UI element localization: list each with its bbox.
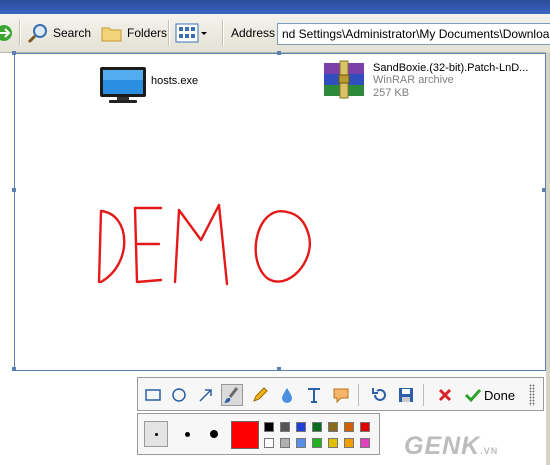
color-swatch[interactable] <box>280 438 290 448</box>
genk-watermark: GENK.VN <box>404 432 498 461</box>
save-tool[interactable] <box>395 384 417 406</box>
demo-drawing <box>97 203 312 286</box>
brush-size-medium[interactable] <box>175 421 199 447</box>
folders-label: Folders <box>127 26 168 40</box>
watermark-suffix: .VN <box>480 446 499 456</box>
undo-tool[interactable] <box>368 384 390 406</box>
toolbar-separator <box>358 384 359 406</box>
style-toolbar <box>137 413 380 455</box>
color-swatch[interactable] <box>264 438 274 448</box>
color-swatch[interactable] <box>344 422 354 432</box>
droplet-icon <box>282 388 292 403</box>
views-button[interactable] <box>175 22 209 44</box>
checkmark-icon <box>464 388 482 403</box>
current-color-swatch[interactable] <box>231 421 259 449</box>
pencil-icon <box>253 387 268 402</box>
toolbar-separator <box>222 20 224 46</box>
folders-button[interactable]: Folders <box>100 22 167 44</box>
dot-small-icon <box>154 432 158 436</box>
color-swatch[interactable] <box>344 438 354 448</box>
resize-handle[interactable] <box>12 188 16 192</box>
forward-button[interactable] <box>0 22 16 44</box>
arrow-tool[interactable] <box>195 384 217 406</box>
save-icon <box>399 388 413 402</box>
arrow-icon <box>199 389 212 402</box>
color-swatch[interactable] <box>296 438 306 448</box>
color-swatch[interactable] <box>264 422 274 432</box>
color-swatch[interactable] <box>328 422 338 432</box>
forward-arrow-icon <box>0 25 12 41</box>
ellipse-icon <box>172 388 186 402</box>
resize-handle[interactable] <box>12 367 16 371</box>
cancel-tool[interactable] <box>434 384 456 406</box>
done-label: Done <box>484 387 516 403</box>
capture-region[interactable]: hosts.exe SandBoxie.(32-bit).Patch-LnD..… <box>14 53 546 371</box>
color-swatch[interactable] <box>360 422 370 432</box>
views-icon <box>175 23 207 43</box>
watermark-brand: GENK <box>404 432 481 460</box>
callout-tool[interactable] <box>330 384 352 406</box>
toolbar-separator <box>19 20 21 46</box>
window-edge <box>546 52 550 465</box>
color-swatch[interactable] <box>360 438 370 448</box>
text-tool[interactable] <box>303 384 325 406</box>
done-button[interactable]: Done <box>464 384 524 406</box>
rectangle-tool[interactable] <box>142 384 164 406</box>
address-bar[interactable]: nd Settings\Administrator\My Documents\D… <box>277 23 550 45</box>
color-swatch[interactable] <box>296 422 306 432</box>
pencil-tool[interactable] <box>249 384 271 406</box>
close-icon <box>438 388 452 402</box>
dot-medium-icon <box>184 431 190 437</box>
brush-icon <box>224 387 239 403</box>
color-swatch[interactable] <box>312 422 322 432</box>
highlighter-tool[interactable] <box>221 384 243 406</box>
annotation-toolbar: Done <box>137 377 544 411</box>
brush-size-small[interactable] <box>144 421 168 447</box>
resize-handle[interactable] <box>277 367 281 371</box>
undo-icon <box>372 388 386 401</box>
resize-handle[interactable] <box>12 51 16 55</box>
speech-bubble-icon <box>333 388 349 404</box>
ellipse-tool[interactable] <box>168 384 190 406</box>
dot-large-icon <box>210 430 218 438</box>
address-label: Address <box>231 26 276 40</box>
folder-icon <box>101 27 122 42</box>
resize-handle[interactable] <box>277 51 281 55</box>
search-label: Search <box>53 26 92 40</box>
blur-tool[interactable] <box>276 384 298 406</box>
search-icon <box>27 24 47 44</box>
window-title-bar <box>0 0 550 14</box>
text-icon <box>308 388 320 403</box>
toolbar-separator <box>168 20 170 46</box>
address-value: nd Settings\Administrator\My Documents\D… <box>282 27 550 41</box>
brush-size-large[interactable] <box>202 421 226 447</box>
drag-grip-icon[interactable] <box>529 384 535 406</box>
toolbar-separator <box>423 384 424 406</box>
color-swatch[interactable] <box>312 438 322 448</box>
search-button[interactable]: Search <box>26 22 91 44</box>
color-swatch[interactable] <box>328 438 338 448</box>
rectangle-icon <box>145 389 161 401</box>
explorer-toolbar: Search Folders Address nd Settings\Admin… <box>0 14 550 53</box>
color-swatch[interactable] <box>280 422 290 432</box>
